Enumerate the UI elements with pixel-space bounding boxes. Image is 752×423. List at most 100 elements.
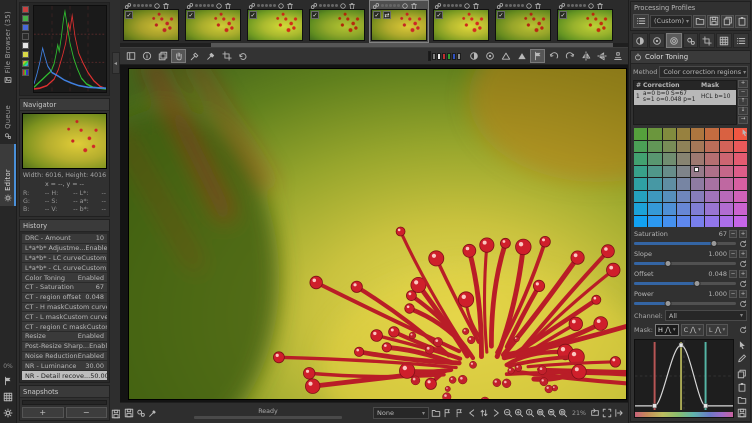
slider-reset-icon[interactable] (739, 280, 747, 288)
filmstrip-thumbnail[interactable]: ✓ (246, 1, 304, 42)
main-tab-file[interactable]: File Browser (35) (0, 0, 16, 88)
color-label-dot[interactable] (579, 4, 582, 7)
tab-raw[interactable] (716, 33, 732, 48)
slider-decrement-button[interactable]: − (729, 270, 737, 278)
filmstrip-thumbnail[interactable]: ✓ (184, 1, 242, 42)
main-tab-queue[interactable]: Queue (0, 88, 16, 144)
bg-color-swatch[interactable] (428, 51, 431, 61)
zoom-window-button[interactable] (558, 408, 568, 418)
history-row[interactable]: Post-Resize Sharp...Enabled (22, 342, 107, 351)
slider-increment-button[interactable]: + (739, 270, 747, 278)
slider-reset-icon[interactable] (739, 240, 747, 248)
color-label-dot[interactable] (451, 4, 454, 7)
paste-profile-button[interactable] (735, 15, 748, 28)
slider-track[interactable] (634, 262, 736, 265)
history-row[interactable]: Noise ReductionEnabled (22, 352, 107, 361)
main-tab-editor[interactable]: Editor (0, 144, 16, 206)
curve-edit-pointer-icon[interactable] (737, 340, 747, 350)
color-label-dot[interactable] (393, 4, 396, 7)
color-label-dot[interactable] (203, 4, 206, 7)
before-after-button[interactable] (155, 49, 170, 63)
delete-snapshot-button[interactable]: − (66, 407, 108, 418)
load-profile-button[interactable] (693, 15, 706, 28)
slider-thumb[interactable] (710, 240, 717, 247)
color-label-dot[interactable] (323, 4, 326, 7)
mask-reset-icon[interactable] (739, 326, 747, 334)
color-label-dot[interactable] (381, 4, 384, 7)
monitor-profile-dropdown[interactable]: None ▾ (373, 407, 429, 419)
image-info-button[interactable] (139, 49, 154, 63)
color-label-dot[interactable] (567, 4, 570, 7)
zoom-fit-width-button[interactable] (547, 408, 557, 418)
slider-decrement-button[interactable]: − (729, 230, 737, 238)
color-label-dot[interactable] (265, 4, 268, 7)
fullscreen-button[interactable] (602, 408, 612, 418)
delete-region-button[interactable]: − (738, 89, 748, 97)
history-row[interactable]: ResizeEnabled (22, 332, 107, 341)
method-dropdown[interactable]: Color correction regions ▾ (659, 66, 748, 78)
hide-left-panel-button[interactable] (123, 49, 138, 63)
bg-color-swatch[interactable] (442, 53, 446, 60)
color-label-dot[interactable] (145, 4, 148, 7)
channel-dropdown[interactable]: All ▾ (665, 310, 747, 321)
luma-channel-button[interactable] (22, 33, 29, 40)
filter-icon[interactable] (3, 376, 13, 386)
color-label-dot[interactable] (583, 4, 586, 7)
prev-image-button[interactable] (467, 408, 477, 418)
slider-track[interactable] (634, 282, 736, 285)
profiles-menu-button[interactable] (633, 14, 649, 28)
color-label-dot[interactable] (397, 4, 400, 7)
curve-edit-pencil-icon[interactable] (737, 353, 747, 363)
add-region-button[interactable]: + (738, 80, 748, 88)
slider-thumb[interactable] (694, 280, 701, 287)
curve-copy-icon[interactable] (737, 369, 747, 379)
save-profile-button[interactable] (707, 15, 720, 28)
history-row[interactable]: L*a*b* - CL curveCustom curve (22, 263, 107, 272)
color-label-dot[interactable] (459, 4, 462, 7)
copy-profile-button[interactable] (721, 15, 734, 28)
history-row[interactable]: NR - Detail recove...50.00 (22, 371, 107, 380)
tab-transform[interactable] (699, 33, 715, 48)
color-label-dot[interactable] (195, 4, 198, 7)
curve-paste-icon[interactable] (737, 382, 747, 392)
rotate-right-button[interactable] (562, 49, 577, 63)
slider-decrement-button[interactable]: − (729, 250, 737, 258)
grid-edit-pointer-icon[interactable] (740, 128, 749, 137)
slider-increment-button[interactable]: + (739, 250, 747, 258)
rotate-tool-button[interactable] (235, 49, 250, 63)
power-toggle-icon[interactable] (634, 53, 642, 61)
region-row-selected[interactable]: 1 a=0 b=0 S=67 s=1 o=0.048 p=1 HCL b=10 (634, 90, 736, 105)
filmstrip-thumbnail[interactable]: ✓ (494, 1, 552, 42)
add-snapshot-button[interactable]: + (22, 407, 64, 418)
focus-mask-button[interactable] (482, 49, 497, 63)
detach-panels-button[interactable] (614, 408, 624, 418)
color-label-dot[interactable] (257, 4, 260, 7)
color-picker-toggle-button[interactable] (530, 49, 545, 63)
inspect-icon[interactable] (3, 392, 13, 402)
curve-save-icon[interactable] (737, 408, 747, 418)
color-label-dot[interactable] (443, 4, 446, 7)
color-label-dot[interactable] (133, 4, 136, 7)
slider-increment-button[interactable]: + (739, 230, 747, 238)
color-label-dot[interactable] (137, 4, 140, 7)
hand-tool-button[interactable] (171, 49, 186, 63)
color-label-dot[interactable] (513, 4, 516, 7)
zoom-100-button[interactable] (525, 408, 535, 418)
flip-horizontal-button[interactable] (578, 49, 593, 63)
sync-filebrowser-button[interactable] (479, 408, 489, 418)
color-label-dot[interactable] (207, 4, 210, 7)
tab-detail[interactable] (649, 33, 665, 48)
filmstrip-thumbnail[interactable]: ✓ (432, 1, 490, 42)
slider-track[interactable] (634, 242, 736, 245)
crop-tool-button[interactable] (219, 49, 234, 63)
zoom-in-button[interactable] (514, 408, 524, 418)
slider-decrement-button[interactable]: − (729, 290, 737, 298)
slider-increment-button[interactable]: + (739, 290, 747, 298)
collapse-left-panel-button[interactable]: ◂ (112, 52, 120, 74)
color-label-dot[interactable] (571, 4, 574, 7)
color-label-dot[interactable] (319, 4, 322, 7)
color-label-dot[interactable] (385, 4, 388, 7)
mask-h-button[interactable]: H▾ (655, 324, 679, 336)
color-label-dot[interactable] (335, 4, 338, 7)
filmstrip-thumbnail[interactable]: ✓ (308, 1, 366, 42)
